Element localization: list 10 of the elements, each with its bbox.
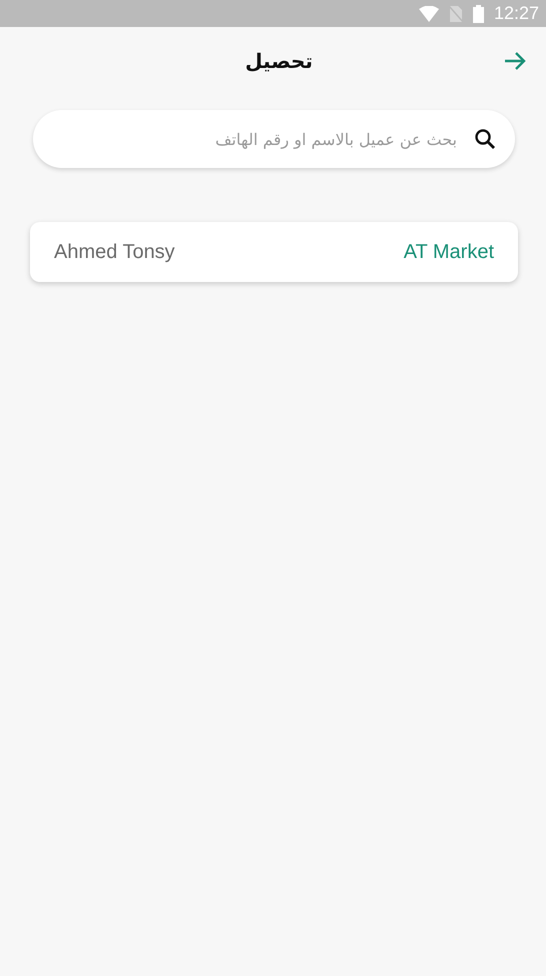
- search-field[interactable]: بحث عن عميل بالاسم او رقم الهاتف: [33, 110, 515, 168]
- wifi-icon: [418, 6, 439, 22]
- no-sim-icon: [448, 4, 463, 22]
- page-title: تحصيل: [245, 49, 313, 73]
- customer-name: Ahmed Tonsy: [54, 240, 175, 264]
- back-arrow-icon[interactable]: [504, 51, 526, 71]
- customer-card[interactable]: Ahmed Tonsy AT Market: [30, 222, 518, 282]
- store-name: AT Market: [404, 240, 494, 264]
- battery-icon: [472, 4, 484, 22]
- status-time: 12:27: [494, 3, 539, 24]
